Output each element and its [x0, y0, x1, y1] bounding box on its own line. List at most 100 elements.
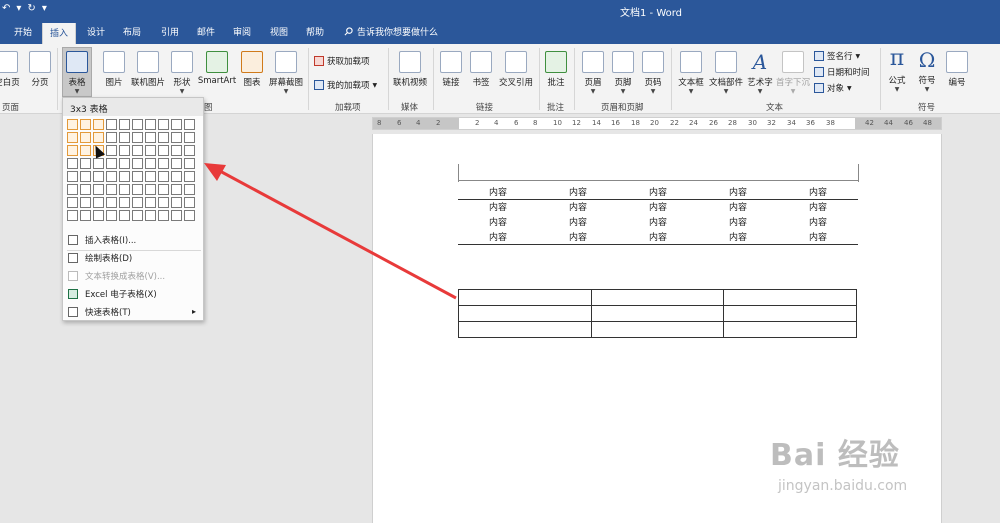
table-cell[interactable]: [590, 321, 725, 338]
grid-cell[interactable]: [93, 197, 104, 208]
table-cell[interactable]: [590, 289, 725, 306]
table-cell[interactable]: 内容: [618, 184, 698, 200]
grid-cell[interactable]: [106, 132, 117, 143]
grid-cell[interactable]: [158, 119, 169, 130]
grid-cell[interactable]: [171, 119, 182, 130]
grid-cell[interactable]: [171, 171, 182, 182]
grid-cell[interactable]: [119, 119, 130, 130]
grid-cell[interactable]: [132, 158, 143, 169]
grid-cell[interactable]: [145, 158, 156, 169]
table-cell[interactable]: [458, 289, 592, 306]
grid-cell[interactable]: [67, 119, 78, 130]
grid-cell[interactable]: [119, 184, 130, 195]
table-cell[interactable]: 内容: [618, 199, 698, 214]
table-cell[interactable]: 内容: [458, 184, 538, 200]
tell-me-box[interactable]: 告诉我你想要做什么: [344, 25, 438, 38]
grid-cell[interactable]: [132, 184, 143, 195]
grid-cell[interactable]: [93, 158, 104, 169]
footer-button[interactable]: 页脚 ▼: [610, 51, 636, 95]
wordart-button[interactable]: A 艺术字 ▼: [745, 51, 775, 95]
tab-insert[interactable]: 插入: [42, 23, 77, 44]
grid-cell[interactable]: [132, 171, 143, 182]
table-cell[interactable]: [723, 321, 857, 338]
tab-mailings[interactable]: 邮件: [197, 25, 215, 38]
table-cell[interactable]: 内容: [538, 214, 618, 229]
customize-qat-icon[interactable]: ▾: [42, 3, 47, 14]
grid-cell[interactable]: [145, 132, 156, 143]
grid-cell[interactable]: [106, 158, 117, 169]
grid-cell[interactable]: [184, 119, 195, 130]
page-break-button[interactable]: 分页: [28, 51, 52, 88]
grid-cell[interactable]: [145, 119, 156, 130]
grid-cell[interactable]: [132, 119, 143, 130]
grid-cell[interactable]: [80, 158, 91, 169]
table-cell[interactable]: 内容: [538, 229, 618, 245]
grid-cell[interactable]: [184, 184, 195, 195]
grid-cell[interactable]: [171, 145, 182, 156]
grid-cell[interactable]: [106, 119, 117, 130]
grid-cell[interactable]: [67, 210, 78, 221]
tab-home[interactable]: 开始: [14, 25, 32, 38]
grid-cell[interactable]: [119, 210, 130, 221]
grid-cell[interactable]: [67, 197, 78, 208]
grid-cell[interactable]: [158, 197, 169, 208]
table-cell[interactable]: 内容: [538, 184, 618, 200]
undo-dropdown-icon[interactable]: ▾: [16, 3, 21, 14]
table-cell[interactable]: [723, 305, 857, 322]
textbox-button[interactable]: 文本框 ▼: [676, 51, 706, 95]
grid-cell[interactable]: [93, 119, 104, 130]
grid-cell[interactable]: [184, 145, 195, 156]
table-cell[interactable]: 内容: [698, 184, 778, 200]
menu-item-insert-table[interactable]: 插入表格(I)...: [68, 232, 200, 248]
table-cell[interactable]: 内容: [538, 199, 618, 214]
table-cell[interactable]: 内容: [458, 199, 538, 214]
table-size-grid[interactable]: [67, 119, 195, 221]
grid-cell[interactable]: [67, 145, 78, 156]
grid-cell[interactable]: [80, 184, 91, 195]
chart-button[interactable]: 图表: [240, 51, 264, 88]
grid-cell[interactable]: [158, 145, 169, 156]
grid-cell[interactable]: [93, 184, 104, 195]
table-cell[interactable]: 内容: [778, 199, 858, 214]
table-cell[interactable]: 内容: [698, 214, 778, 229]
grid-cell[interactable]: [80, 197, 91, 208]
grid-cell[interactable]: [171, 197, 182, 208]
grid-cell[interactable]: [80, 132, 91, 143]
get-addins-button[interactable]: 获取加载项: [314, 55, 370, 67]
grid-cell[interactable]: [132, 132, 143, 143]
screenshot-button[interactable]: 屏幕截图 ▼: [266, 51, 306, 95]
menu-item-draw-table[interactable]: 绘制表格(D): [68, 250, 200, 266]
number-button[interactable]: 编号: [944, 51, 970, 88]
shapes-button[interactable]: 形状 ▼: [168, 51, 196, 95]
tab-help[interactable]: 帮助: [306, 25, 324, 38]
grid-cell[interactable]: [67, 158, 78, 169]
grid-cell[interactable]: [171, 184, 182, 195]
inserted-3x3-table[interactable]: [458, 289, 857, 338]
grid-cell[interactable]: [145, 171, 156, 182]
smartart-button[interactable]: SmartArt: [196, 51, 238, 86]
grid-cell[interactable]: [158, 158, 169, 169]
grid-cell[interactable]: [132, 210, 143, 221]
grid-cell[interactable]: [145, 197, 156, 208]
grid-cell[interactable]: [106, 171, 117, 182]
grid-cell[interactable]: [67, 171, 78, 182]
symbol-button[interactable]: Ω 符号 ▼: [914, 49, 940, 93]
horizontal-ruler[interactable]: 8 6 4 2 2 4 6 8 10 12 14 16 18 20 22 24 26 28 30 32 34 36 38 42…: [372, 117, 942, 130]
grid-cell[interactable]: [119, 145, 130, 156]
grid-cell[interactable]: [184, 158, 195, 169]
table-cell[interactable]: [458, 321, 592, 338]
grid-cell[interactable]: [93, 210, 104, 221]
grid-cell[interactable]: [171, 158, 182, 169]
menu-item-excel-spreadsheet[interactable]: Excel 电子表格(X): [68, 286, 200, 302]
grid-cell[interactable]: [145, 145, 156, 156]
grid-cell[interactable]: [132, 145, 143, 156]
date-time-button[interactable]: 日期和时间: [814, 66, 870, 78]
page-number-button[interactable]: 页码 ▼: [640, 51, 666, 95]
grid-cell[interactable]: [80, 145, 91, 156]
grid-cell[interactable]: [119, 132, 130, 143]
tab-view[interactable]: 视图: [270, 25, 288, 38]
grid-cell[interactable]: [93, 171, 104, 182]
grid-cell[interactable]: [171, 210, 182, 221]
redo-icon[interactable]: ↻: [27, 3, 35, 14]
tab-layout[interactable]: 布局: [123, 25, 141, 38]
